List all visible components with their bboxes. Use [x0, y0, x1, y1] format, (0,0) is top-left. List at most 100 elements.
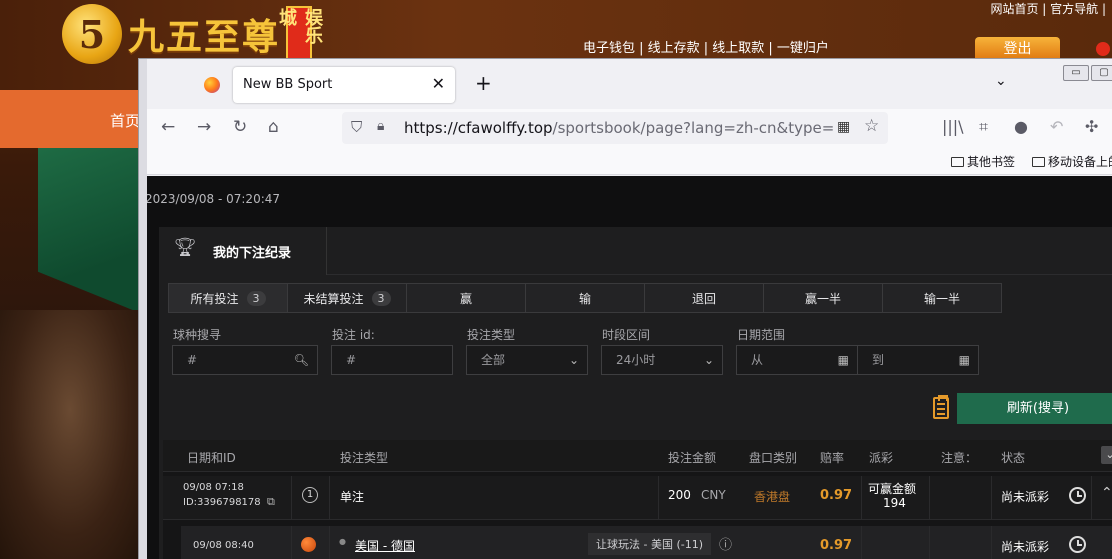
calendar-icon[interactable]: ▦ [838, 346, 849, 374]
divider [291, 476, 292, 520]
logo-badge: 5 [62, 4, 122, 64]
tab-lose[interactable]: 输 [525, 283, 645, 313]
logout-button[interactable]: 登出 [975, 37, 1060, 59]
forward-arrow-icon[interactable]: → [197, 117, 211, 137]
bet-type-label: 投注类型 [467, 328, 516, 342]
refresh-search-button[interactable]: 刷新(搜寻) [957, 393, 1112, 424]
folder-icon [1032, 157, 1045, 167]
bookmarks-bar: 其他书签 移动设备上的 [147, 147, 1112, 175]
tab-label: 输 [578, 291, 591, 306]
date-from-input[interactable]: 从 ▦ [736, 345, 858, 375]
url-path: /sportsbook/page?lang=zh-cn&type=&pag [552, 119, 834, 137]
reload-icon[interactable]: ↻ [233, 117, 247, 137]
address-bar[interactable]: ⛉ 🔒︎ https://cfawolffy.top/sportsbook/pa… [342, 112, 888, 144]
bet-history-panel: 🏆︎ 我的下注纪录 : 所有投注3 未结算投注3 赢 输 退回 赢一半 输一半 … [159, 227, 1112, 559]
wallet-nav-links[interactable]: 电子钱包 | 线上存款 | 线上取款 | 一键归户 [583, 37, 829, 56]
minimize-icon[interactable]: ▭ [1063, 65, 1089, 81]
crop-icon[interactable]: ⌗ [979, 117, 988, 137]
top-links[interactable]: 网站首页 | 官方导航 | [990, 0, 1106, 17]
divider [291, 526, 292, 559]
period-select[interactable]: 24小时 ⌄ [601, 345, 723, 375]
logo-subtext: 娱乐城 [276, 6, 323, 62]
library-icon[interactable]: |||\ [942, 117, 964, 136]
chevron-down-icon[interactable]: ⌄ [995, 73, 1007, 89]
bet-type: 单注 [340, 490, 365, 504]
copy-icon[interactable]: ⧉ [267, 495, 275, 509]
date-to-placeholder: 到 [872, 353, 885, 367]
background-image [0, 310, 140, 559]
tab-refund[interactable]: 退回 [644, 283, 764, 313]
info-icon[interactable]: ⓘ [719, 534, 732, 553]
table-row[interactable]: 09/08 07:18 ID:3396798178 ⧉ 1 单注 200 CNY… [163, 476, 1112, 520]
other-bookmarks[interactable]: 其他书签 [951, 153, 1015, 170]
tab-title: New BB Sport [243, 77, 333, 92]
window-border [139, 59, 147, 559]
handicap-label: 让球玩法 - 美国 (-11) [588, 533, 712, 555]
url-text[interactable]: https://cfawolffy.top/sportsbook/page?la… [404, 119, 834, 137]
bet-type-select[interactable]: 全部 ⌄ [466, 345, 588, 375]
basketball-icon [301, 537, 316, 552]
filter-tabs: 所有投注 3 未结算投注 3 赢 输 退回 赢一半 输一半 [168, 283, 1002, 313]
close-tab-icon[interactable]: ✕ [432, 74, 445, 93]
match-name[interactable]: 美国 - 德国 [355, 537, 415, 554]
back-arrow-icon[interactable]: ← [161, 117, 175, 137]
clock-icon [1069, 487, 1086, 504]
leg-status: 尚未派彩 [1001, 540, 1050, 554]
tab-bar: New BB Sport ✕ + ⌄ ▭ ▢ [147, 59, 1112, 109]
mobile-bookmarks-label: 移动设备上的 [1048, 155, 1112, 169]
home-link[interactable]: 首页 [110, 110, 140, 131]
firefox-icon[interactable] [204, 77, 220, 93]
sport-search-input[interactable]: # 🔍︎ [172, 345, 318, 375]
tab-unsettled-bets[interactable]: 未结算投注 3 [287, 283, 407, 313]
search-icon[interactable]: 🔍︎ [294, 346, 309, 374]
calendar-icon[interactable]: ▦ [959, 346, 970, 374]
tab-label: 赢 [459, 291, 472, 306]
qr-code-icon[interactable]: ▦ [837, 119, 850, 135]
tab-label: 所有投注 [190, 291, 239, 306]
tab-count-badge: 3 [246, 290, 266, 306]
divider [991, 526, 992, 559]
header-status: 状态 [1001, 451, 1026, 465]
bets-table: 日期和ID 投注类型 投注金额 盘口类别 赔率 派彩 注意： 状态 ⌄ 09/0… [163, 440, 1112, 559]
casino-logo: 5 九五至尊 娱乐城 [62, 4, 323, 64]
header-notes: 注意： [941, 451, 978, 465]
undo-icon[interactable]: ↶ [1050, 117, 1063, 136]
shield-icon[interactable]: ⛉ [351, 118, 362, 136]
divider [329, 526, 330, 559]
divider [329, 476, 330, 520]
chat-icon[interactable]: ● [1014, 117, 1028, 136]
bet-type-value: 全部 [481, 353, 506, 367]
tab-all-bets[interactable]: 所有投注 3 [168, 283, 288, 313]
header-date-id: 日期和ID [187, 451, 236, 465]
expand-all-icon[interactable]: ⌄ [1101, 446, 1112, 464]
divider [929, 526, 930, 559]
tab-label: 赢一半 [804, 291, 841, 306]
clipboard-line [937, 403, 945, 405]
home-icon[interactable]: ⌂ [268, 117, 279, 137]
payout-label: 可赢金额 [868, 482, 917, 496]
language-flag-icon[interactable] [1096, 42, 1110, 56]
tab-active[interactable]: New BB Sport ✕ [233, 67, 455, 103]
table-header: 日期和ID 投注类型 投注金额 盘口类别 赔率 派彩 注意： 状态 ⌄ [163, 440, 1112, 472]
collapse-icon[interactable]: ⌃ [1101, 485, 1112, 501]
bet-odds: 0.97 [820, 488, 853, 503]
extensions-icon[interactable]: ✣ [1085, 117, 1098, 136]
tab-half-win[interactable]: 赢一半 [763, 283, 883, 313]
new-tab-button[interactable]: + [475, 71, 492, 95]
divider [861, 476, 862, 520]
folder-icon [951, 157, 964, 167]
maximize-icon[interactable]: ▢ [1091, 65, 1112, 81]
bet-leg-row[interactable]: 09/08 08:40 ● 美国 - 德国 让球玩法 - 美国 (-11) ⓘ … [181, 526, 1112, 559]
date-to-input[interactable]: 到 ▦ [857, 345, 979, 375]
tab-half-lose[interactable]: 输一半 [882, 283, 1002, 313]
tab-win[interactable]: 赢 [406, 283, 526, 313]
clipboard-icon[interactable] [933, 395, 949, 419]
panel-title: 我的下注纪录 [213, 246, 292, 261]
sport-search-label: 球种搜寻 [173, 328, 222, 342]
bet-id-input[interactable]: # [331, 345, 453, 375]
bookmark-star-icon[interactable]: ☆ [864, 116, 879, 136]
bet-amount: 200 [668, 488, 691, 502]
lock-icon[interactable]: 🔒︎ [377, 118, 384, 134]
mobile-bookmarks[interactable]: 移动设备上的 [1032, 153, 1112, 170]
promo-banner [38, 148, 140, 313]
